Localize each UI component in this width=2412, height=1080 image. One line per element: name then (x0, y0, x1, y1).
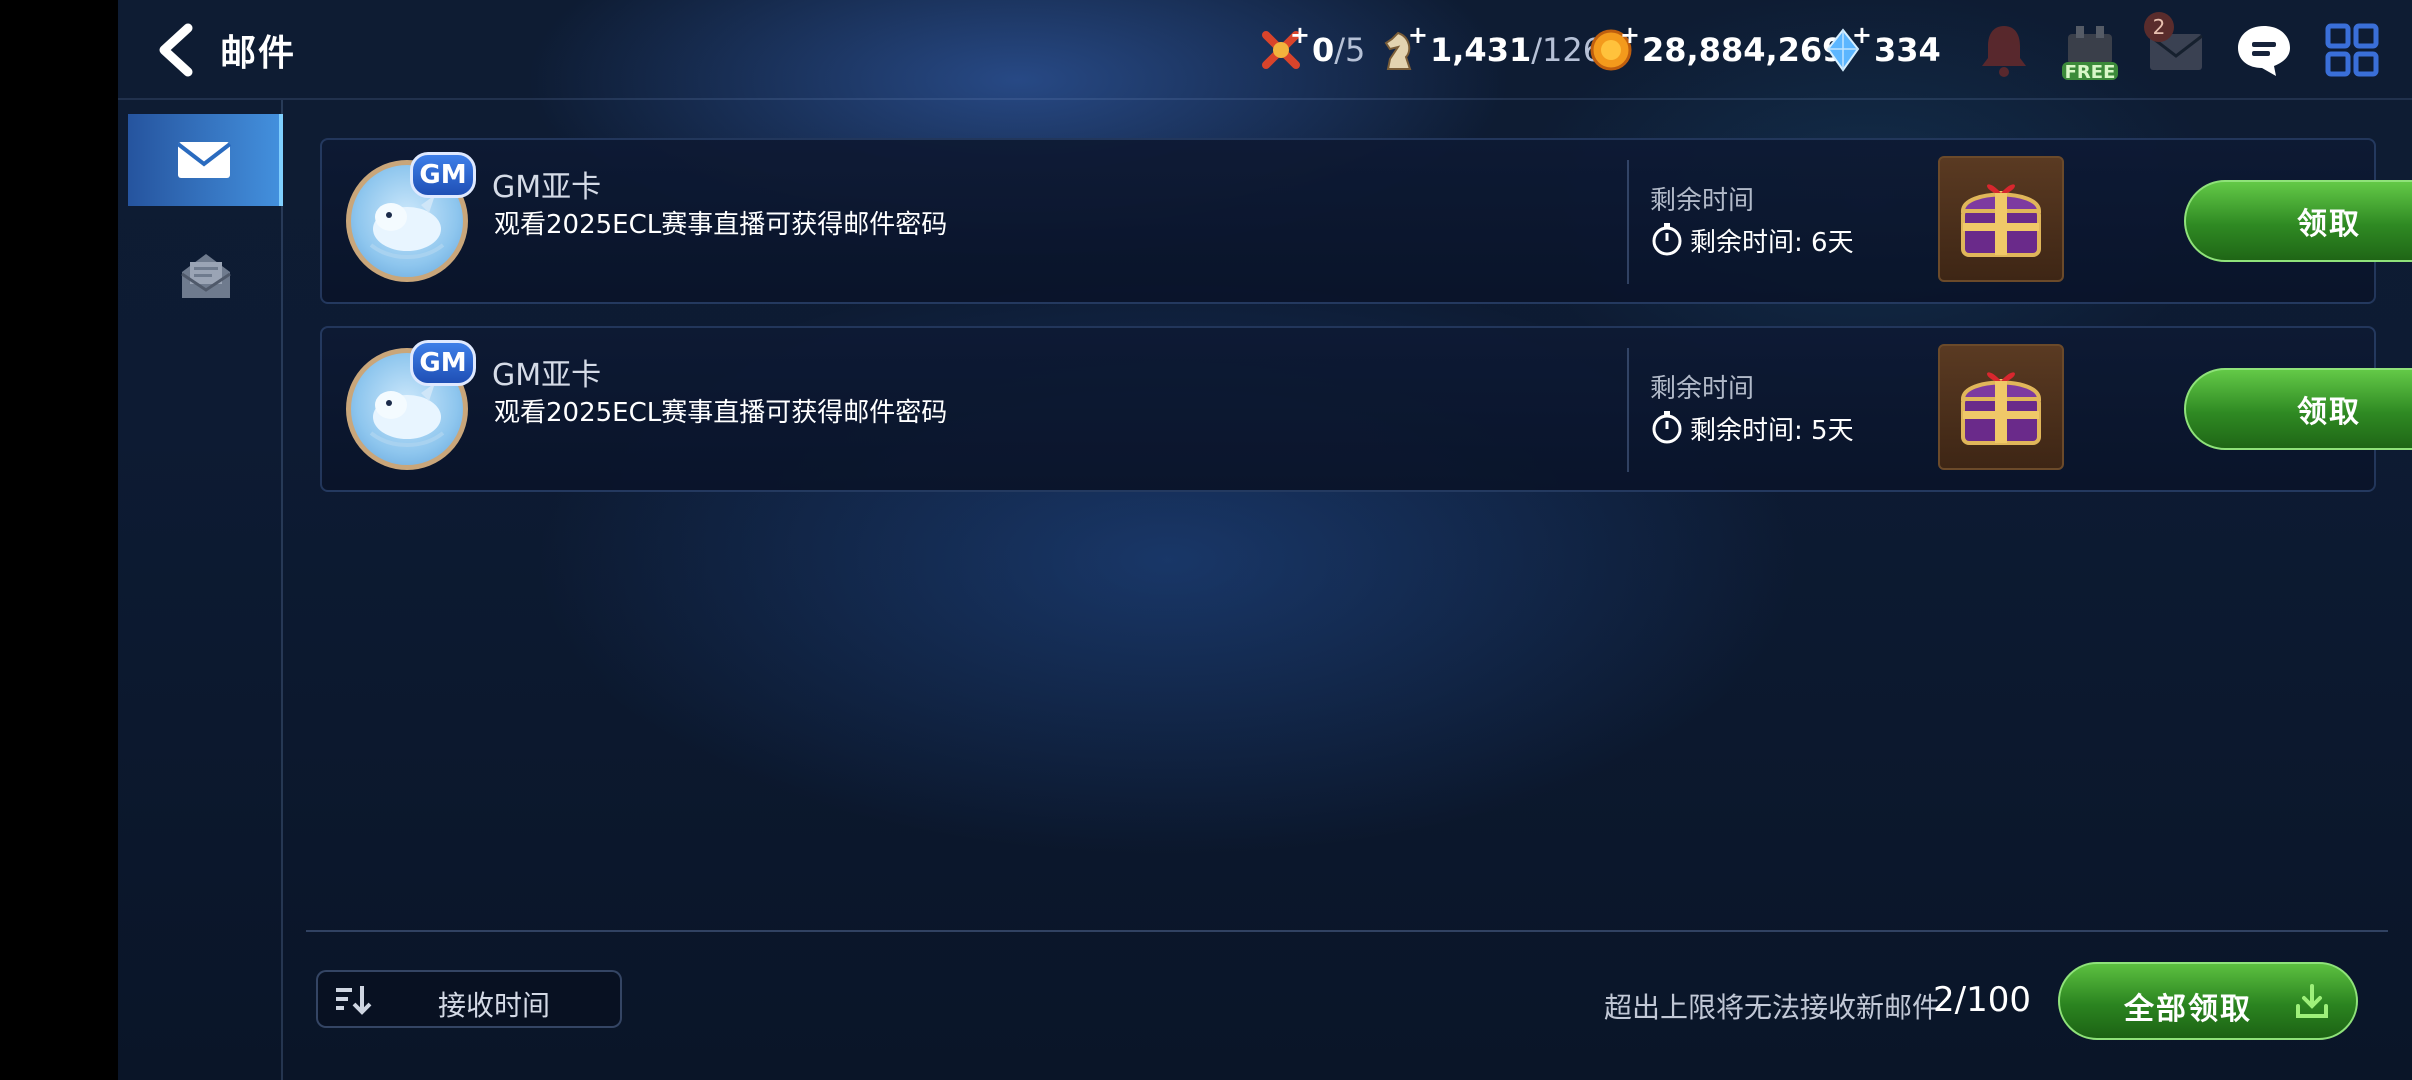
add-gem-icon[interactable]: + (1852, 21, 1872, 49)
opened-mail-icon (180, 254, 231, 298)
mail-item[interactable]: GM GM亚卡 观看2025ECL赛事直播可获得邮件密码 剩余时间 剩余时间: … (320, 138, 2412, 304)
knight-chess-icon: + (1376, 21, 1428, 73)
mail-count: 2/100 (1933, 980, 2031, 1020)
mail-count-badge: 2 (2144, 12, 2174, 42)
claim-all-button[interactable]: 全部领取 (2058, 962, 2358, 1040)
mail-button[interactable]: 2 (2144, 12, 2208, 82)
gem-value: 334 (1874, 31, 1941, 69)
bell-icon[interactable] (1972, 18, 2036, 82)
add-stamina-icon[interactable]: + (1290, 21, 1310, 49)
free-shop-button[interactable]: FREE (2058, 18, 2122, 83)
gold-resource[interactable]: + 28,884,269 (1588, 18, 1844, 82)
remain-time-label: 剩余时间 (1650, 186, 1755, 216)
add-knight-icon[interactable]: + (1408, 21, 1428, 49)
mail-icon (176, 142, 231, 178)
stamina-max: /5 (1334, 31, 1366, 69)
free-label: FREE (2064, 62, 2116, 83)
claim-button[interactable]: 领取 (2184, 180, 2412, 262)
chat-icon[interactable] (2232, 18, 2296, 82)
mail-sender: GM亚卡 (492, 358, 602, 393)
sort-by-time-button[interactable]: 接收时间 (316, 970, 622, 1028)
tab-read-mail[interactable] (128, 230, 283, 322)
crystal-gem-icon: + (1820, 21, 1872, 73)
gold-value: 28,884,269 (1642, 31, 1845, 69)
sort-icon (336, 986, 372, 1015)
claim-button[interactable]: 领取 (2184, 368, 2412, 450)
stamina-value: 0 (1312, 31, 1335, 69)
stamina-resource[interactable]: + 0 /5 (1258, 18, 1365, 82)
gm-badge: GM (410, 152, 476, 198)
tab-inbox[interactable] (128, 114, 283, 206)
add-gold-icon[interactable]: + (1620, 21, 1640, 49)
mail-subject: 观看2025ECL赛事直播可获得邮件密码 (494, 398, 948, 428)
stopwatch-icon (1652, 411, 1682, 444)
row-divider (1627, 348, 1629, 472)
stopwatch-icon (1652, 223, 1682, 256)
reward-slot[interactable] (1938, 156, 2064, 282)
claim-all-label: 全部领取 (2124, 992, 2252, 1027)
remain-time-label: 剩余时间 (1650, 374, 1755, 404)
top-bar: 邮件 + 0 /5 + 1,431 /126 + 28,884,269 + 33… (118, 0, 2412, 100)
left-black-bar (0, 0, 118, 1080)
footer-divider (306, 930, 2388, 932)
row-divider (1627, 160, 1629, 284)
gm-badge: GM (410, 340, 476, 386)
grid-menu-icon[interactable] (2320, 18, 2384, 82)
mail-subject: 观看2025ECL赛事直播可获得邮件密码 (494, 210, 948, 240)
knight-resource[interactable]: + 1,431 /126 (1376, 18, 1603, 82)
mail-sender: GM亚卡 (492, 170, 602, 205)
mail-limit-notice: 超出上限将无法接收新邮件 (1604, 991, 1941, 1024)
stamina-icon: + (1258, 21, 1310, 73)
treasure-chest-icon (1960, 184, 2042, 257)
gold-coin-icon: + (1588, 21, 1640, 73)
download-icon (2296, 984, 2328, 1018)
remain-time-value: 剩余时间: 6天 (1690, 228, 1854, 258)
sort-label: 接收时间 (438, 989, 551, 1022)
mail-sidebar (118, 100, 283, 1080)
back-arrow-icon[interactable] (152, 22, 202, 78)
mail-item[interactable]: GM GM亚卡 观看2025ECL赛事直播可获得邮件密码 剩余时间 剩余时间: … (320, 326, 2412, 492)
page-title: 邮件 (220, 33, 297, 74)
remain-time-value: 剩余时间: 5天 (1690, 416, 1854, 446)
treasure-chest-icon (1960, 372, 2042, 445)
gem-resource[interactable]: + 334 (1820, 18, 1941, 82)
knight-value: 1,431 (1430, 31, 1532, 69)
mail-screen: 邮件 + 0 /5 + 1,431 /126 + 28,884,269 + 33… (118, 0, 2412, 1080)
reward-slot[interactable] (1938, 344, 2064, 470)
